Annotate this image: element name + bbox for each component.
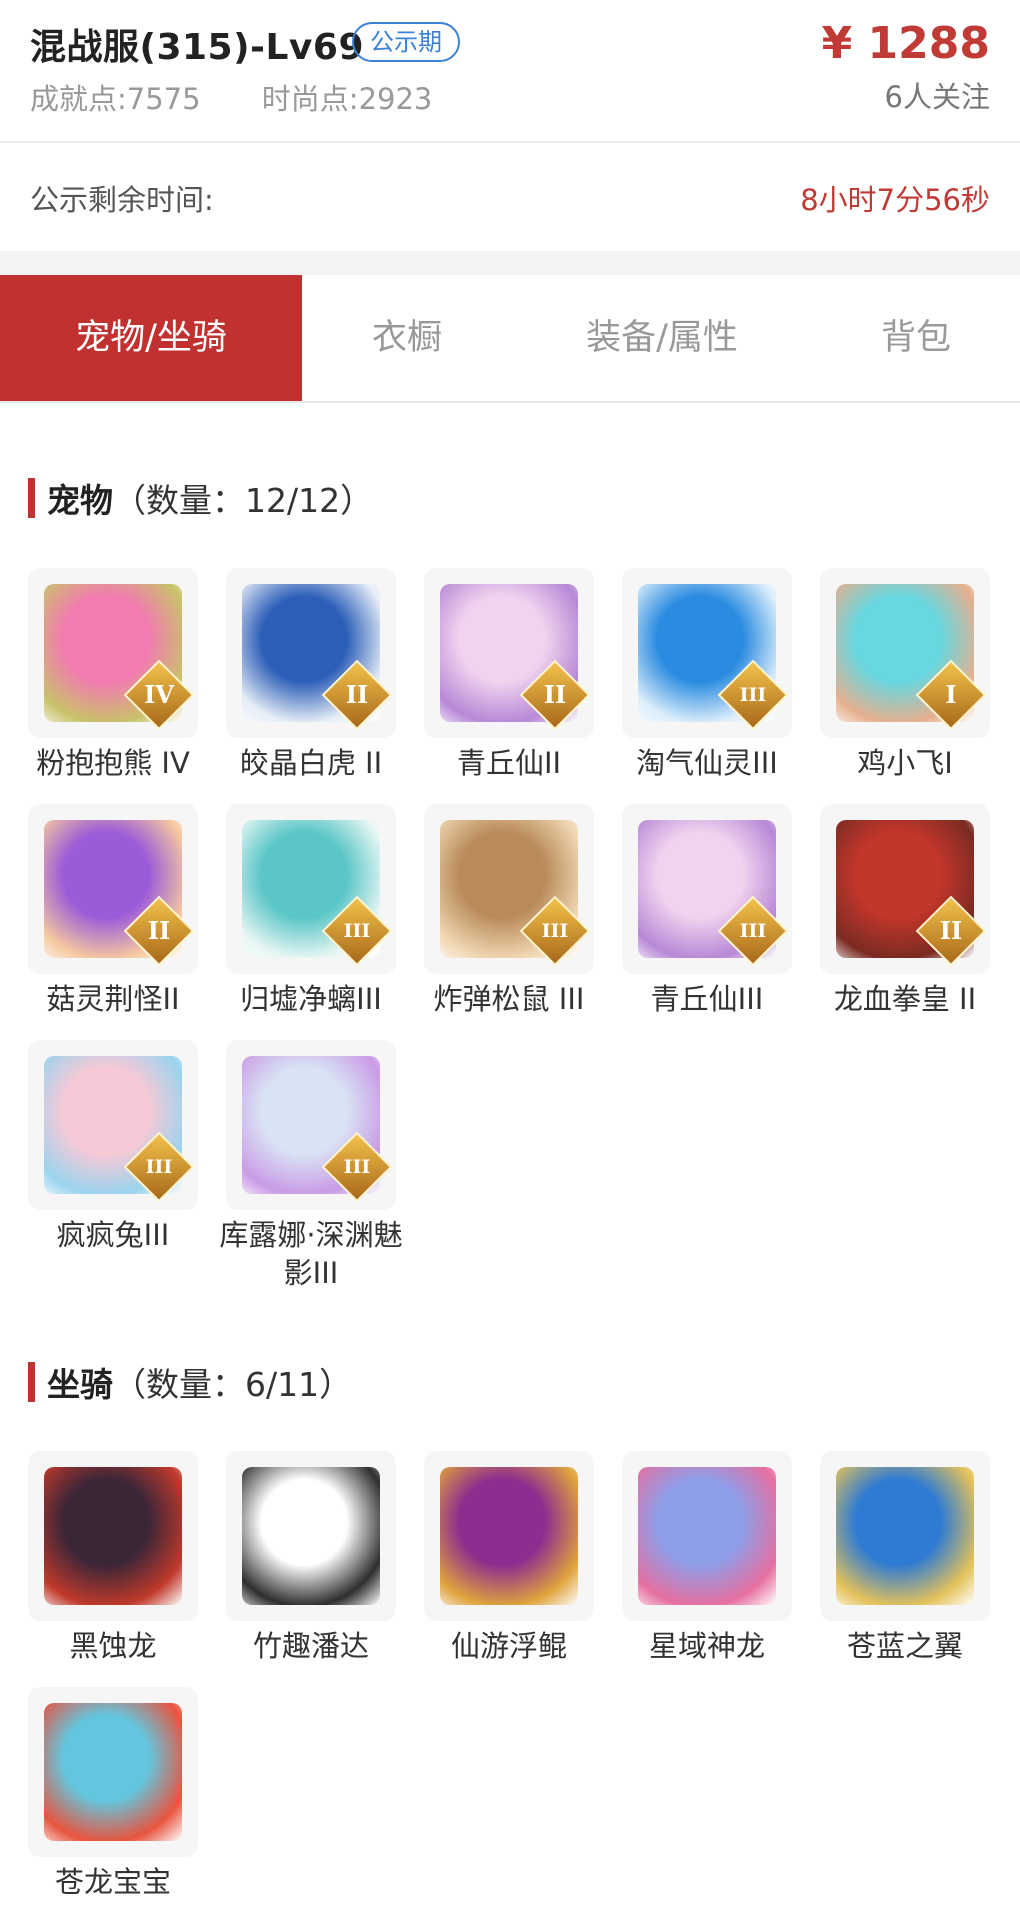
- mount-thumbnail: [28, 1451, 198, 1621]
- pet-name: 归墟净螭III: [240, 982, 382, 1016]
- section-accent-bar: [28, 478, 35, 518]
- pet-name: 疯疯兔III: [56, 1218, 170, 1252]
- pet-thumbnail: III: [226, 1040, 396, 1210]
- rank-label: II: [543, 680, 567, 709]
- rank-label: II: [939, 916, 963, 945]
- price: ¥ 1288: [821, 18, 990, 69]
- pet-name: 青丘仙II: [456, 746, 562, 780]
- tab-backpack[interactable]: 背包: [812, 275, 1020, 401]
- mount-thumbnail: [226, 1451, 396, 1621]
- rank-label: III: [739, 920, 767, 942]
- pet-thumbnail: II: [28, 804, 198, 974]
- status-badge: 公示期: [352, 22, 460, 62]
- tab-pets-mounts[interactable]: 宠物/坐骑: [0, 275, 302, 401]
- rank-label: I: [945, 680, 957, 709]
- pet-thumbnail: III: [622, 568, 792, 738]
- mounts-count: （数量：6/11）: [113, 1365, 353, 1404]
- mount-name: 黑蚀龙: [69, 1629, 157, 1663]
- rank-label: II: [147, 916, 171, 945]
- pet-thumbnail: II: [820, 804, 990, 974]
- mount-portrait: [440, 1467, 578, 1605]
- pets-section-title: 宠物（数量：12/12）: [28, 474, 373, 522]
- tab-wardrobe[interactable]: 衣橱: [302, 275, 512, 401]
- pet-thumbnail: III: [226, 804, 396, 974]
- mount-thumbnail: [622, 1451, 792, 1621]
- tab-bar: 宠物/坐骑 衣橱 装备/属性 背包: [0, 275, 1020, 403]
- rank-label: III: [739, 684, 767, 706]
- mounts-section-title: 坐骑（数量：6/11）: [28, 1358, 352, 1406]
- fashion-points: 时尚点:2923: [261, 82, 433, 116]
- rank-label: III: [343, 1156, 371, 1178]
- pet-thumbnail: III: [424, 804, 594, 974]
- rank-label: III: [541, 920, 569, 942]
- pet-name: 粉抱抱熊 IV: [36, 746, 190, 780]
- mount-thumbnail: [424, 1451, 594, 1621]
- mount-name: 星域神龙: [648, 1629, 765, 1663]
- countdown-value: 8小时7分56秒: [800, 183, 990, 217]
- tab-equipment-attributes[interactable]: 装备/属性: [512, 275, 812, 401]
- pet-name: 库露娜·深渊魅影III: [219, 1218, 403, 1290]
- pet-name: 龙血拳皇 II: [833, 982, 977, 1016]
- mount-name: 苍龙宝宝: [54, 1865, 171, 1899]
- mount-thumbnail: [820, 1451, 990, 1621]
- pet-name: 青丘仙III: [650, 982, 764, 1016]
- mount-portrait: [44, 1703, 182, 1841]
- listing-header: 混战服(315)-Lv69 公示期 成就点:7575 时尚点:2923 ¥ 12…: [0, 0, 1020, 143]
- section-divider: [0, 251, 1020, 275]
- pet-thumbnail: IV: [28, 568, 198, 738]
- mount-portrait: [242, 1467, 380, 1605]
- pet-name: 炸弹松鼠 III: [433, 982, 585, 1016]
- rank-label: III: [343, 920, 371, 942]
- pet-thumbnail: III: [28, 1040, 198, 1210]
- mount-thumbnail: [28, 1687, 198, 1857]
- rank-label: IV: [144, 680, 174, 709]
- pet-thumbnail: II: [424, 568, 594, 738]
- pet-name: 鸡小飞I: [857, 746, 953, 780]
- mount-portrait: [44, 1467, 182, 1605]
- mount-portrait: [836, 1467, 974, 1605]
- countdown-row: 公示剩余时间: 8小时7分56秒: [0, 145, 1020, 251]
- mount-name: 仙游浮鲲: [450, 1629, 567, 1663]
- pet-name: 皎晶白虎 II: [239, 746, 383, 780]
- follow-count: 6人关注: [884, 80, 990, 114]
- pet-name: 菇灵荆怪II: [46, 982, 180, 1016]
- pet-thumbnail: I: [820, 568, 990, 738]
- section-accent-bar: [28, 1362, 35, 1402]
- achievement-points: 成就点:7575: [30, 82, 201, 116]
- rank-label: III: [145, 1156, 173, 1178]
- mount-portrait: [638, 1467, 776, 1605]
- countdown-label: 公示剩余时间:: [30, 183, 214, 217]
- stats-row: 成就点:7575 时尚点:2923: [30, 76, 484, 118]
- pet-name: 淘气仙灵III: [636, 746, 778, 780]
- pet-thumbnail: III: [622, 804, 792, 974]
- mount-name: 竹趣潘达: [252, 1629, 369, 1663]
- rank-label: II: [345, 680, 369, 709]
- pet-thumbnail: II: [226, 568, 396, 738]
- mount-name: 苍蓝之翼: [846, 1629, 963, 1663]
- page-title: 混战服(315)-Lv69: [30, 27, 364, 68]
- pets-count: （数量：12/12）: [113, 481, 374, 520]
